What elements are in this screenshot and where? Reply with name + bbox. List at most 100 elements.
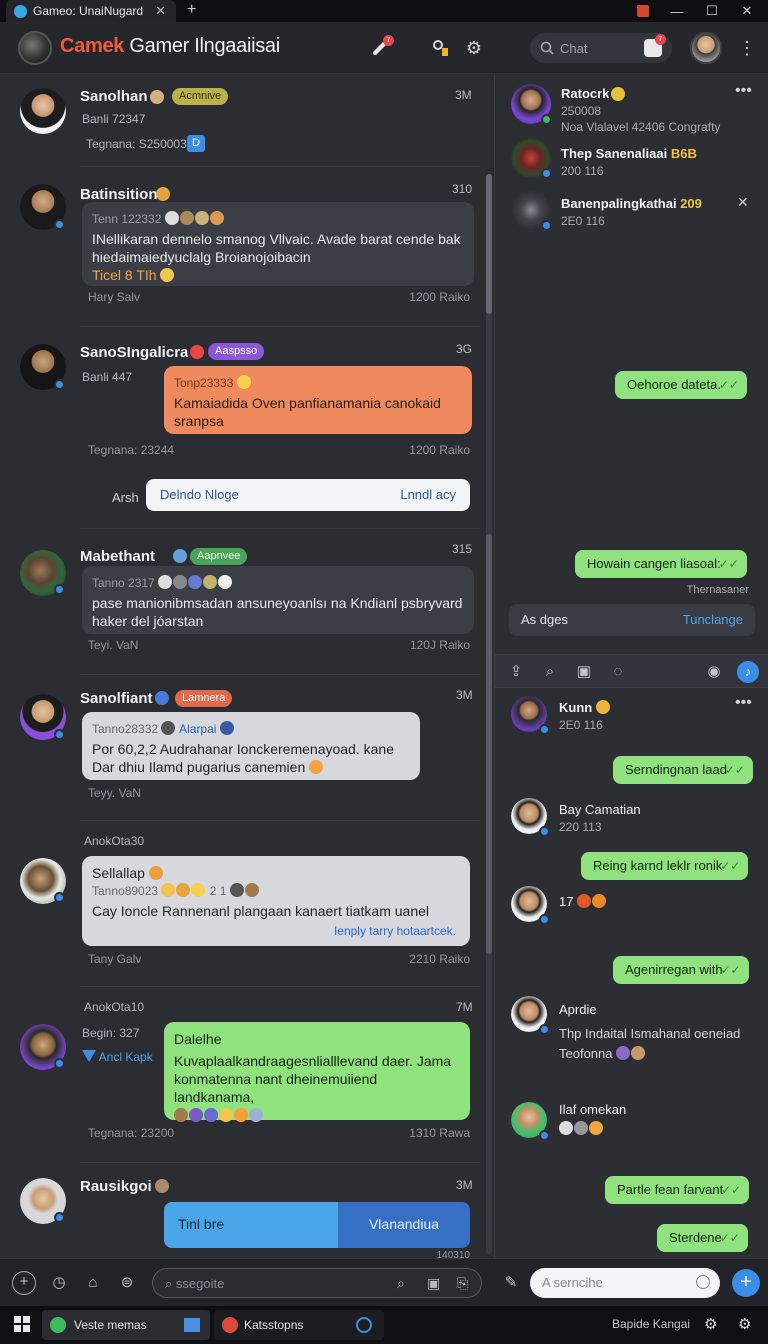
- message-bubble[interactable]: Sellallap Tanno89023 2 1 Cay Ioncle Rann…: [82, 856, 470, 946]
- taskbar-app-1[interactable]: Veste memas: [42, 1310, 210, 1340]
- footer-action[interactable]: 1200 Raiko: [380, 443, 470, 457]
- outgoing-message[interactable]: Agenirregan with ✓✓: [613, 956, 749, 984]
- composer-bar: + ◷ ⌂ ⊜ ⌕ ssegoite ⌕ ▣ ⎘ ✎ A serncihe +: [0, 1258, 768, 1306]
- tray-text: Bapide Kangai: [612, 1317, 691, 1331]
- header-search[interactable]: Chat 7: [530, 33, 672, 63]
- footer-text: Tegnana: 23244: [88, 443, 175, 457]
- footer-action[interactable]: 2210 Raiko: [380, 952, 470, 966]
- close-icon[interactable]: ✕: [737, 194, 749, 211]
- message-bubble[interactable]: Dalelhe Kuvaplaalkandraagesnlialllevand …: [164, 1022, 470, 1122]
- footer-text: Teyi. VaN: [88, 638, 139, 652]
- sender-name[interactable]: Rausikgoi: [80, 1178, 152, 1195]
- image-icon[interactable]: ▣: [573, 661, 595, 683]
- status-dot: [54, 892, 65, 903]
- contact-name[interactable]: Aprdie: [559, 1002, 597, 1017]
- settings-gear-icon[interactable]: ⚙: [462, 36, 486, 60]
- footer-action[interactable]: 1200 Raiko: [380, 290, 470, 304]
- pen-icon[interactable]: ✎: [500, 1272, 522, 1294]
- contact-name[interactable]: Thep Sanenaliaai B6B: [561, 146, 697, 161]
- add-icon[interactable]: +: [12, 1271, 36, 1295]
- avatar[interactable]: [20, 88, 66, 134]
- contact-name[interactable]: Ilaf omekan: [559, 1102, 626, 1117]
- message-link[interactable]: Ticel 8 TIh: [92, 266, 464, 284]
- contact-name[interactable]: Ratocrk: [561, 86, 609, 101]
- emoji-icon: [150, 90, 164, 104]
- read-check-icon: ✓✓: [718, 378, 739, 392]
- clock-icon[interactable]: ◷: [48, 1272, 70, 1294]
- windows-start-icon[interactable]: [14, 1316, 30, 1332]
- action-button-right[interactable]: Vlanandiua: [338, 1202, 470, 1248]
- contact-name[interactable]: 17: [559, 894, 607, 909]
- message-bubble[interactable]: Tanno28332 Alarpai Por 60,2,2 Audrahanar…: [82, 712, 420, 780]
- sender-name[interactable]: Sanolfiant: [80, 690, 153, 707]
- status-dot: [541, 168, 552, 179]
- outgoing-message[interactable]: Serndingnan laad ✓✓: [613, 756, 753, 784]
- sender-name[interactable]: Mabethant: [80, 548, 155, 565]
- tab-title: Gameo: UnaiNugard: [33, 4, 144, 18]
- close-window-icon[interactable]: ✕: [730, 0, 764, 22]
- status-dot: [539, 826, 550, 837]
- image-icon[interactable]: ▣: [427, 1275, 440, 1292]
- footer-action[interactable]: 1310 Rawa: [380, 1126, 470, 1140]
- taskbar-app-2[interactable]: Katsstopns: [214, 1310, 384, 1340]
- message-bubble[interactable]: Tenn 122332 INellikaran dennelo smanog V…: [82, 202, 474, 286]
- settings-gear-icon[interactable]: ⚙: [704, 1315, 717, 1333]
- more-options-icon[interactable]: •••: [735, 694, 752, 712]
- reply-action[interactable]: Lnndl acy: [400, 487, 456, 502]
- scrollbar-thumb[interactable]: [486, 174, 492, 314]
- outgoing-message[interactable]: Partle fean farvant ✓✓: [605, 1176, 750, 1204]
- more-menu-icon[interactable]: ⋮: [735, 36, 759, 60]
- message-bubble[interactable]: Tanno 2317 pase manionibmsadan ansuneyoa…: [82, 566, 474, 634]
- sender-name[interactable]: SanoSIngalicra: [80, 344, 188, 361]
- share-icon[interactable]: ⇪: [505, 661, 527, 683]
- info-icon[interactable]: [696, 1275, 710, 1289]
- scrollbar-thumb-2[interactable]: [486, 534, 492, 954]
- outgoing-message[interactable]: Howain cangen liasoal: ✓✓: [575, 550, 747, 578]
- notifications-icon[interactable]: 7: [368, 35, 394, 60]
- tab-close-icon[interactable]: ✕: [155, 3, 166, 19]
- browser-tab[interactable]: Gameo: UnaiNugard ✕: [6, 0, 176, 22]
- attach-icon[interactable]: ⎘: [457, 1275, 468, 1292]
- outgoing-message[interactable]: Oehoroe dateta. ✓✓: [615, 371, 747, 399]
- home-icon[interactable]: ⌂: [82, 1272, 104, 1294]
- contact-sub: 2E0 116: [561, 214, 605, 228]
- user-avatar[interactable]: [690, 32, 722, 64]
- minimize-icon[interactable]: —: [660, 0, 694, 22]
- contact-name[interactable]: Banenpalingkathai 209: [561, 196, 702, 211]
- menu-icon[interactable]: ⊜: [116, 1272, 138, 1294]
- side-search-input[interactable]: A serncihe: [530, 1268, 720, 1298]
- message-bubble[interactable]: Tonp23333 Kamaiadida Oven panfianamania …: [164, 366, 472, 434]
- comment-icon[interactable]: ◌: [607, 661, 629, 683]
- reply-input[interactable]: Delndo Nloge Lnndl acy: [146, 479, 470, 511]
- action-button-left[interactable]: Tinl bre: [164, 1202, 338, 1248]
- app-icon: [626, 0, 660, 22]
- message-input[interactable]: ⌕ ssegoite ⌕ ▣ ⎘: [152, 1268, 482, 1298]
- app-header: Camek Gamer Ilngaaiisai 7 ⚙ Chat 7 ⋮: [0, 22, 768, 74]
- search-icon[interactable]: ⌕: [397, 1275, 405, 1292]
- new-tab-button[interactable]: +: [187, 1, 196, 19]
- meta-link[interactable]: Ancl Kapk: [82, 1050, 153, 1064]
- reply-input[interactable]: As dges Tunclange: [509, 604, 755, 636]
- tray-icon[interactable]: ⚙: [738, 1315, 751, 1333]
- contact-name[interactable]: Bay Camatian: [559, 802, 641, 817]
- footer-badge[interactable]: D: [187, 135, 205, 152]
- footer-text: Tany Galv: [88, 952, 142, 966]
- sender-name[interactable]: Sanolhan: [80, 88, 148, 105]
- more-options-icon[interactable]: •••: [735, 82, 752, 100]
- message-link[interactable]: Ienply tarry hotaartcek.: [334, 922, 456, 940]
- music-icon[interactable]: ♪: [737, 661, 759, 683]
- sub-meta: Tenn 122332: [92, 210, 464, 228]
- alerts-icon[interactable]: [428, 36, 452, 60]
- outgoing-message[interactable]: Sterdene ✓✓: [657, 1224, 748, 1252]
- maximize-icon[interactable]: ☐: [695, 0, 729, 22]
- timestamp: 3G: [456, 342, 473, 356]
- reply-value: Delndo Nloge: [160, 487, 239, 502]
- side-panel: Ratocrk ••• 250008 Noa Vlalavel 42406 Co…: [494, 74, 768, 1258]
- message-title: Sellallap: [92, 864, 460, 882]
- record-icon[interactable]: ◉: [703, 661, 725, 683]
- add-button[interactable]: +: [732, 1269, 760, 1297]
- search-icon[interactable]: ⌕: [539, 661, 561, 683]
- footer-action[interactable]: 120J Raiko: [380, 638, 470, 652]
- contact-name[interactable]: Kunn: [559, 700, 611, 715]
- outgoing-message[interactable]: Reing karnd leklr ronik ✓✓: [581, 852, 749, 880]
